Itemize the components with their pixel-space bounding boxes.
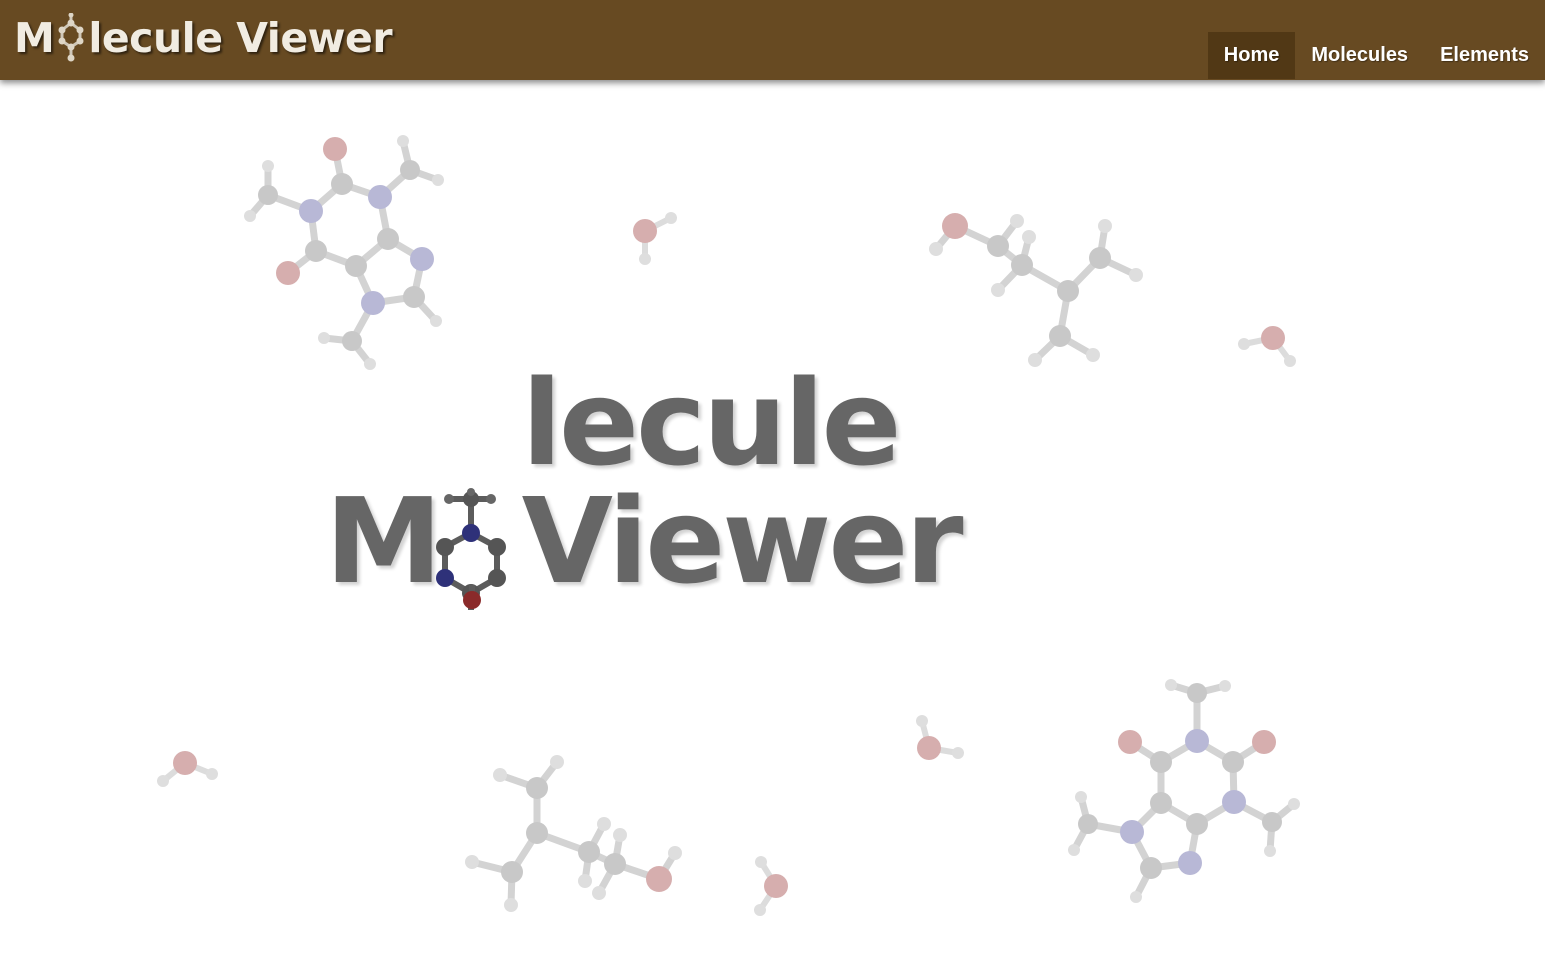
nav-home-link[interactable]: Home xyxy=(1207,32,1296,79)
water-molecule xyxy=(916,715,964,760)
water-molecule xyxy=(754,856,788,916)
brand-title-rest: lecule Viewer xyxy=(88,14,393,62)
water-molecule xyxy=(157,751,218,787)
top-navigation-bar: M lecule Viewer Home Molecules Elements xyxy=(0,0,1545,80)
brand-letter-m: M xyxy=(14,14,55,62)
caffeine-molecule-top-left xyxy=(244,135,444,370)
water-molecule xyxy=(1238,326,1296,367)
brand-logo[interactable]: M lecule Viewer xyxy=(14,8,393,68)
hero-title-rest: lecule Viewer xyxy=(521,354,964,610)
nav-molecules-link[interactable]: Molecules xyxy=(1295,32,1424,79)
main-nav: Home Molecules Elements xyxy=(1207,32,1545,79)
water-molecule xyxy=(633,212,677,265)
caffeine-molecule-bottom-right xyxy=(1068,679,1300,903)
alcohol-molecule-bottom-left xyxy=(465,755,682,912)
alcohol-molecule-top-right xyxy=(929,213,1143,367)
hero-title: Mlecule Viewer xyxy=(300,364,1260,630)
molecule-ring-icon xyxy=(55,12,87,63)
nav-elements-link[interactable]: Elements xyxy=(1424,32,1545,79)
hero-letter-m: M xyxy=(325,472,442,610)
oxygen-atom-icon xyxy=(463,585,481,609)
